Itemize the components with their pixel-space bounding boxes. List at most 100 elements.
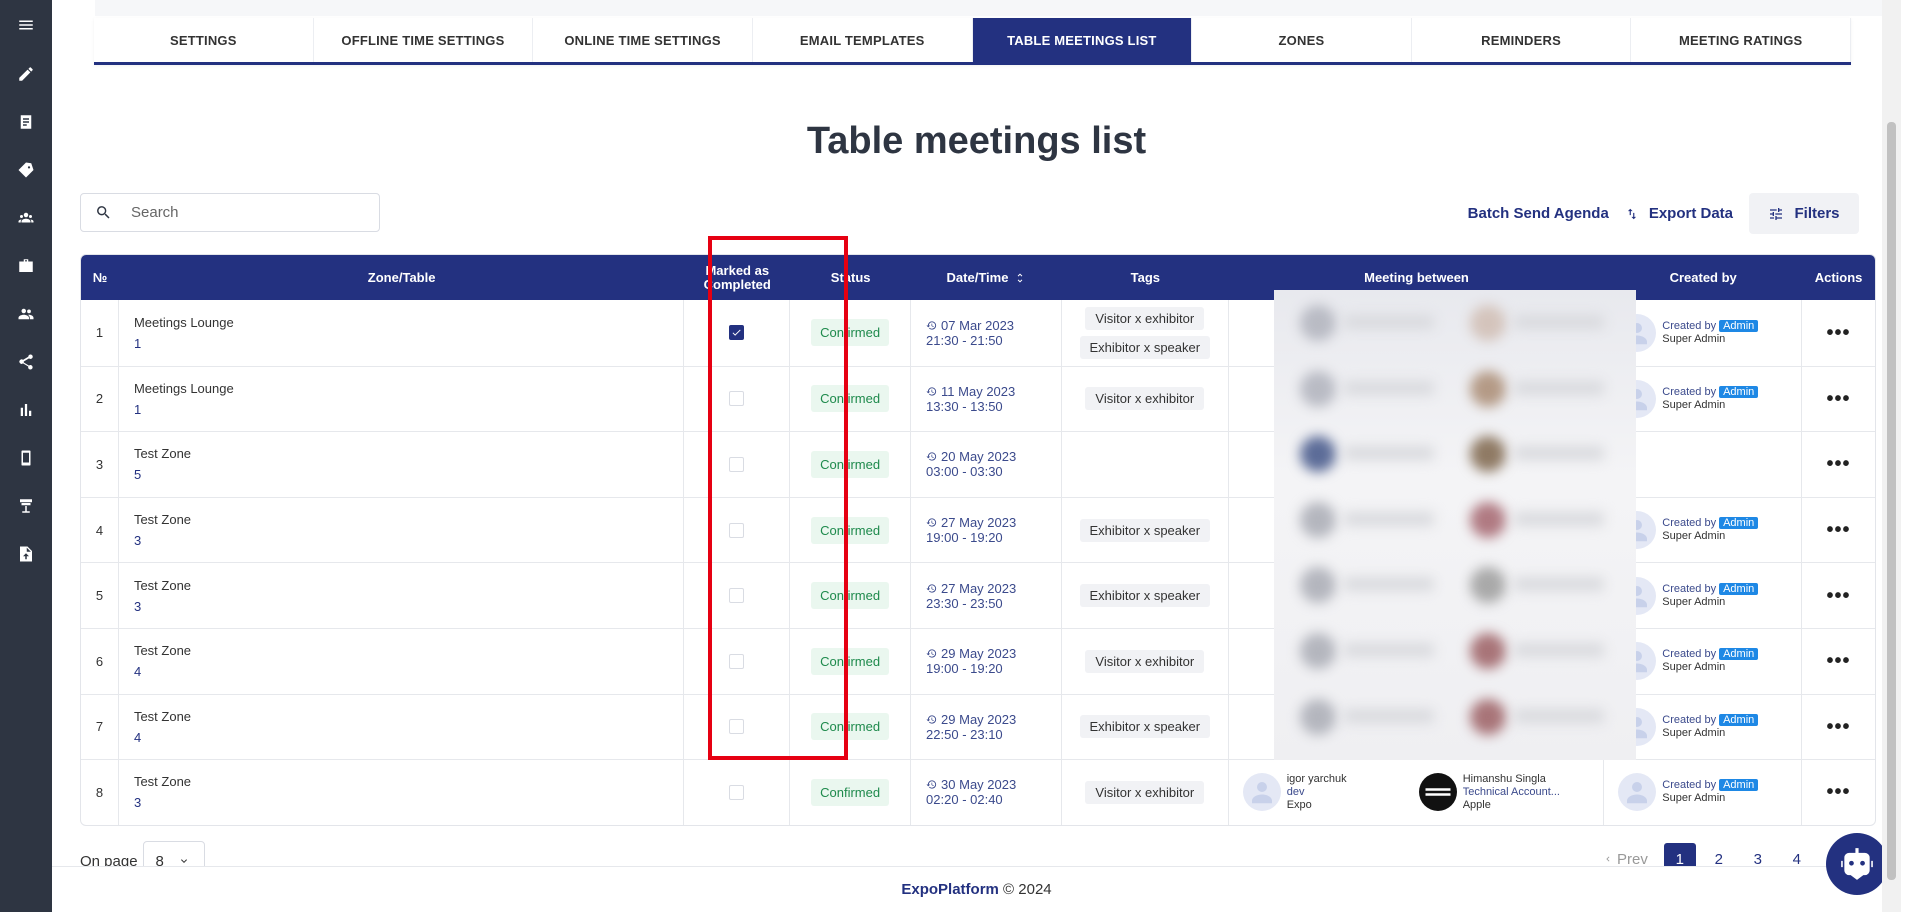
completed-checkbox[interactable] [729,654,744,669]
status-cell: Confirmed [790,563,911,628]
sidebar-item-mobile[interactable] [0,434,52,482]
sidebar-item-chart[interactable] [0,386,52,434]
briefcase-icon [17,257,35,275]
blurred-text [1344,577,1434,591]
blurred-text [1344,381,1434,395]
tag-chip: Visitor x exhibitor [1085,307,1204,330]
sidebar-item-share[interactable] [0,338,52,386]
meeting-participant[interactable]: Himanshu SinglaTechnical Account...Apple [1419,773,1595,812]
sidebar-item-menu[interactable] [0,0,52,50]
datetime-cell: 27 May 202323:30 - 23:50 [911,563,1062,628]
sidebar-item-stand[interactable] [0,482,52,530]
prev-page-button[interactable]: Prev [1603,851,1648,868]
created-by-label: Created by [1662,583,1716,595]
more-actions-icon[interactable]: ••• [1827,394,1851,404]
participant-role: dev [1287,786,1412,799]
sort-icon [1014,272,1026,284]
blurred-text [1344,709,1434,723]
completed-checkbox[interactable] [729,785,744,800]
sidebar-item-upload[interactable] [0,530,52,578]
blurred-avatar [1300,633,1336,669]
tab-email-templates[interactable]: EMAIL TEMPLATES [753,18,973,62]
zone-cell: Meetings Lounge1 [119,300,684,366]
blurred-text [1344,512,1434,526]
blurred-text [1344,446,1434,460]
completed-checkbox[interactable] [729,588,744,603]
table-number-link[interactable]: 3 [134,795,141,810]
table-number-link[interactable]: 3 [134,533,141,548]
zone-name: Test Zone [134,578,191,593]
created-by-info: Created byAdminSuper Admin [1618,708,1758,746]
more-actions-icon[interactable]: ••• [1827,328,1851,338]
table-number-link[interactable]: 3 [134,599,141,614]
created-by-info: Created byAdminSuper Admin [1618,642,1758,680]
datetime-cell: 30 May 202302:20 - 02:40 [911,760,1062,825]
created-by-info: Created byAdminSuper Admin [1618,511,1758,549]
row-number: 2 [81,367,119,432]
more-actions-icon[interactable]: ••• [1827,525,1851,535]
more-actions-icon[interactable]: ••• [1827,459,1851,469]
sidebar-item-person[interactable] [0,290,52,338]
status-cell: Confirmed [790,432,911,497]
completed-checkbox[interactable] [729,325,744,340]
header-date[interactable]: Date/Time [911,255,1062,300]
blurred-attendees [1274,290,1636,760]
tag-chip: Exhibitor x speaker [1080,715,1211,738]
export-data-button[interactable]: Export Data [1625,205,1733,222]
table-number-link[interactable]: 4 [134,730,141,745]
table-number-link[interactable]: 4 [134,664,141,679]
stand-icon [17,497,35,515]
filters-button[interactable]: Filters [1749,193,1859,234]
tab-offline-time-settings[interactable]: OFFLINE TIME SETTINGS [314,18,534,62]
tab-reminders[interactable]: REMINDERS [1412,18,1632,62]
menu-icon [17,16,35,34]
sidebar-item-briefcase[interactable] [0,242,52,290]
completed-checkbox[interactable] [729,719,744,734]
table-number-link[interactable]: 1 [134,336,141,351]
more-actions-icon[interactable]: ••• [1827,722,1851,732]
tab-meeting-ratings[interactable]: MEETING RATINGS [1631,18,1851,62]
tab-online-time-settings[interactable]: ONLINE TIME SETTINGS [533,18,753,62]
tab-zones[interactable]: ZONES [1192,18,1412,62]
tags-cell: Visitor x exhibitor [1062,760,1229,825]
created-by-cell: Created byAdminSuper Admin [1604,760,1802,825]
created-by-label: Created by [1662,779,1716,791]
row-number: 8 [81,760,119,825]
meeting-date: 29 May 2023 [941,712,1016,727]
blurred-avatar [1470,567,1506,603]
table-number-link[interactable]: 1 [134,402,141,417]
actions-cell: ••• [1802,432,1875,497]
blurred-avatar [1300,567,1336,603]
meeting-participant[interactable]: igor yarchukdevExpo [1243,773,1419,812]
footer-brand: ExpoPlatform [901,881,999,898]
completed-checkbox[interactable] [729,523,744,538]
completed-checkbox[interactable] [729,391,744,406]
footer-copyright: © 2024 [1003,881,1052,898]
more-actions-icon[interactable]: ••• [1827,591,1851,601]
sidebar-item-pencil[interactable] [0,50,52,98]
admin-badge: Admin [1719,714,1758,726]
search-input[interactable] [131,204,351,221]
more-actions-icon[interactable]: ••• [1827,787,1851,797]
sidebar-item-users[interactable] [0,194,52,242]
tag-chip: Visitor x exhibitor [1085,781,1204,804]
completed-checkbox[interactable] [729,457,744,472]
tab-table-meetings-list[interactable]: TABLE MEETINGS LIST [973,18,1193,62]
history-icon [926,451,937,462]
scrollbar[interactable] [1882,0,1901,912]
tags-cell: Visitor x exhibitor [1062,629,1229,694]
sidebar-item-tag[interactable] [0,146,52,194]
more-actions-icon[interactable]: ••• [1827,656,1851,666]
batch-send-agenda-button[interactable]: Batch Send Agenda [1468,205,1609,222]
search-box[interactable] [80,193,380,232]
history-icon [926,648,937,659]
chatbot-button[interactable] [1826,833,1888,895]
creator-name: Super Admin [1662,661,1758,674]
header-status: Status [790,255,911,300]
tab-settings[interactable]: SETTINGS [94,18,314,62]
sidebar-item-document[interactable] [0,98,52,146]
table-number-link[interactable]: 5 [134,467,141,482]
scrollbar-thumb[interactable] [1887,122,1896,880]
upload-icon [17,545,35,563]
zone-cell: Test Zone4 [119,629,684,694]
